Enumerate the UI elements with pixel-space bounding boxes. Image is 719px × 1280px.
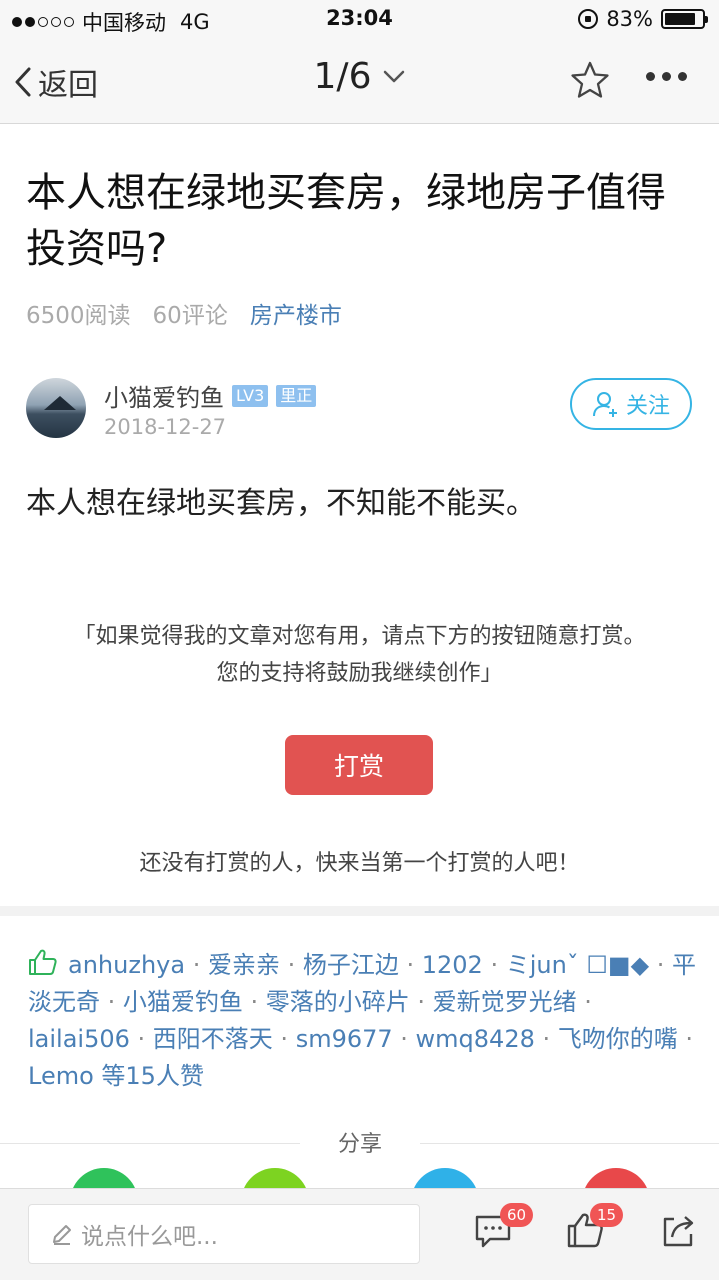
liker-name[interactable]: wmq8428: [416, 1025, 535, 1053]
separator-dot: ·: [677, 1025, 694, 1053]
separator-dot: ·: [242, 988, 266, 1016]
article-meta: 6500阅读 60评论 房产楼市: [26, 296, 342, 330]
share-button[interactable]: [660, 1211, 696, 1253]
author-name[interactable]: 小猫爱钓鱼: [104, 378, 224, 413]
separator-dot: ·: [185, 951, 208, 979]
likes-suffix: 等15人赞: [93, 1062, 204, 1090]
follow-label: 关注: [625, 394, 670, 419]
article-title: 本人想在绿地买套房，绿地房子值得投资吗?: [26, 170, 666, 272]
add-user-icon: [592, 392, 617, 417]
separator-dot: ·: [272, 1025, 296, 1053]
reward-prompt-line2: 您的支持将鼓励我继续创作」: [216, 661, 503, 686]
reward-empty-text: 还没有打赏的人，快来当第一个打赏的人吧！: [139, 851, 580, 876]
separator-dot: ·: [482, 951, 506, 979]
liker-name[interactable]: 飞吻你的嘴: [558, 1025, 678, 1053]
post-date: 2018-12-27: [104, 415, 227, 439]
separator-dot: ·: [649, 951, 672, 979]
liker-name[interactable]: 1202: [422, 951, 483, 979]
nav-bar: 返回 1/6: [0, 40, 719, 124]
comment-count-badge: 60: [500, 1203, 534, 1227]
reward-prompt-line1: 「如果觉得我的文章对您有用，请点下方的按钮随意打赏。: [73, 624, 646, 649]
share-icon: [663, 1216, 694, 1247]
liker-name[interactable]: 小猫爱钓鱼: [123, 988, 243, 1016]
battery-icon: [661, 9, 708, 29]
separator-dot: ·: [398, 951, 422, 979]
share-label: 分享: [300, 1126, 420, 1158]
separator-dot: ·: [392, 1025, 416, 1053]
separator-dot: ·: [409, 988, 433, 1016]
liker-name[interactable]: sm9677: [296, 1025, 393, 1053]
title-badge: 里正: [276, 384, 317, 407]
rotation-lock-icon: [578, 9, 599, 29]
reward-prompt: 「如果觉得我的文章对您有用，请点下方的按钮随意打赏。 您的支持将鼓励我继续创作」: [0, 618, 719, 692]
liker-name[interactable]: 西阳不落天: [153, 1025, 273, 1053]
more-options-icon[interactable]: [646, 72, 687, 81]
page-selector[interactable]: 1/6: [314, 56, 406, 97]
chevron-left-icon: [15, 67, 31, 97]
liker-name[interactable]: anhuzhya: [68, 951, 185, 979]
liker-name[interactable]: lailai506: [28, 1025, 130, 1053]
battery-area: 83%: [578, 7, 708, 31]
liker-name[interactable]: ミjunˇ ☐■◆: [506, 951, 649, 979]
liker-name[interactable]: 爱新觉罗光绪: [433, 988, 577, 1016]
likes-list: anhuzhya · 爱亲亲 · 杨子江边 · 1202 · ミjunˇ ☐■◆…: [28, 947, 696, 1095]
separator-dot: ·: [279, 951, 303, 979]
pencil-icon: [53, 1225, 71, 1245]
category-link[interactable]: 房产楼市: [250, 296, 342, 330]
article-body: 本人想在绿地买套房，不知能不能买。: [26, 486, 536, 521]
liker-name[interactable]: 爱亲亲: [208, 951, 280, 979]
separator-dot: ·: [576, 988, 592, 1016]
reward-button[interactable]: 打赏: [285, 735, 433, 795]
battery-percent: 83%: [606, 7, 653, 31]
author-info: 小猫爱钓鱼 LV3 里正: [104, 378, 317, 413]
favorite-star-icon[interactable]: [570, 60, 610, 100]
like-button[interactable]: 15: [566, 1203, 624, 1253]
comments-button[interactable]: 60: [474, 1203, 534, 1253]
follow-button[interactable]: 关注: [570, 378, 692, 430]
chevron-down-icon: [384, 70, 405, 82]
avatar[interactable]: [26, 378, 86, 438]
thumbs-up-icon: [29, 949, 57, 975]
bottom-toolbar: 说点什么吧... 60 15: [0, 1188, 719, 1280]
separator-dot: ·: [534, 1025, 558, 1053]
back-button[interactable]: 返回: [14, 60, 98, 104]
status-bar: 中国移动 4G 23:04 83%: [0, 0, 719, 40]
page-indicator: 1/6: [313, 56, 372, 97]
liker-name[interactable]: Lemo: [28, 1062, 94, 1090]
separator-dot: ·: [100, 988, 123, 1016]
comment-input[interactable]: 说点什么吧...: [28, 1204, 420, 1264]
separator-dot: ·: [129, 1025, 153, 1053]
like-count-badge: 15: [590, 1203, 624, 1227]
comment-count: 60评论: [152, 303, 228, 329]
comment-placeholder: 说点什么吧...: [81, 1224, 218, 1250]
read-count: 6500阅读: [26, 303, 131, 329]
back-label: 返回: [38, 68, 98, 103]
level-badge: LV3: [232, 384, 269, 407]
liker-name[interactable]: 零落的小碎片: [266, 988, 410, 1016]
section-divider: [0, 906, 719, 916]
liker-name[interactable]: 杨子江边: [303, 951, 399, 979]
